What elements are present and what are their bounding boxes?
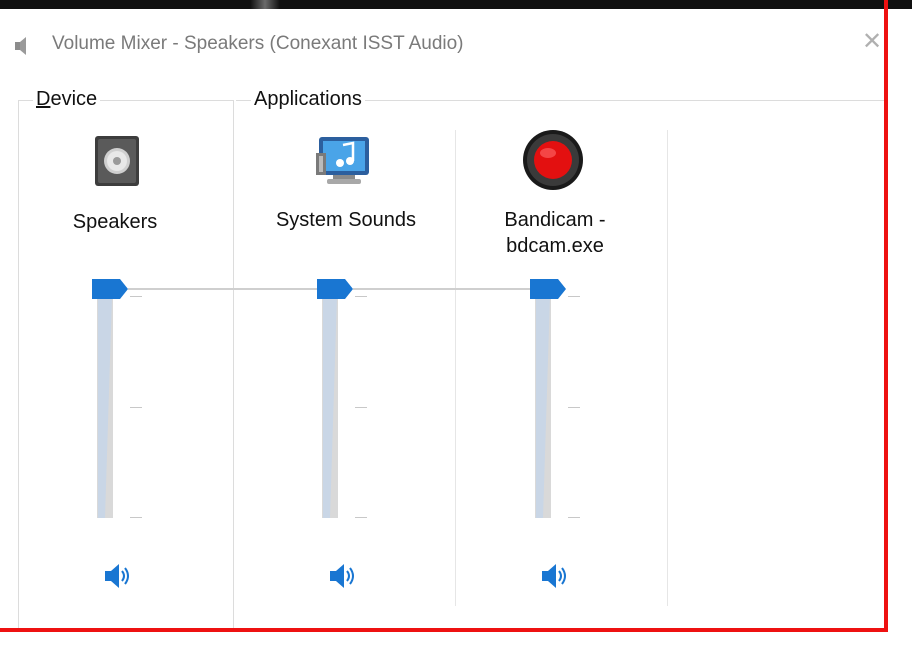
speaker-device-icon[interactable]	[95, 136, 139, 191]
peak-link-line	[353, 288, 530, 290]
slider-ticks	[130, 296, 142, 518]
mute-button-system-sounds[interactable]	[328, 561, 358, 591]
bandicam-record-icon[interactable]	[522, 129, 584, 196]
volume-slider-thumb-speakers[interactable]	[92, 279, 128, 299]
volume-icon	[330, 564, 354, 588]
device-group-legend: Device	[33, 88, 101, 111]
highlight-frame-bottom	[0, 628, 888, 632]
volume-mixer-window: Volume Mixer - Speakers (Conexant ISST A…	[0, 9, 884, 631]
slider-ticks	[355, 296, 367, 518]
highlight-frame-right	[884, 0, 888, 632]
volume-slider-thumb-bandicam[interactable]	[530, 279, 566, 299]
device-legend-rest: evice	[50, 88, 98, 110]
channel-label-speakers: Speakers	[72, 211, 158, 233]
system-sounds-icon[interactable]	[313, 135, 373, 198]
volume-slider-track-speakers[interactable]	[97, 296, 113, 518]
column-divider	[667, 130, 668, 606]
background-strip	[0, 0, 912, 9]
channel-label-bandicam-line2: bdcam.exe	[506, 235, 604, 257]
background-streak	[250, 0, 280, 9]
channel-label-bandicam: Bandicam - bdcam.exe	[455, 207, 655, 259]
speaker-icon	[14, 36, 34, 56]
close-button[interactable]: ✕	[862, 29, 884, 55]
channel-label-bandicam-line1: Bandicam -	[504, 209, 606, 231]
window-title: Volume Mixer - Speakers (Conexant ISST A…	[52, 33, 464, 54]
mute-button-bandicam[interactable]	[540, 561, 570, 591]
volume-slider-track-bandicam[interactable]	[535, 296, 551, 518]
volume-icon	[105, 564, 129, 588]
mute-button-speakers[interactable]	[103, 561, 133, 591]
volume-slider-thumb-system-sounds[interactable]	[317, 279, 353, 299]
device-legend-hotkey: D	[36, 88, 51, 110]
channel-label-system-sounds: System Sounds	[275, 209, 417, 231]
volume-slider-track-system-sounds[interactable]	[322, 296, 338, 518]
close-icon: ✕	[862, 28, 883, 55]
column-divider	[455, 130, 456, 606]
volume-icon	[542, 564, 566, 588]
slider-ticks	[568, 296, 580, 518]
applications-group-legend: Applications	[251, 88, 365, 111]
peak-link-line	[128, 288, 317, 290]
